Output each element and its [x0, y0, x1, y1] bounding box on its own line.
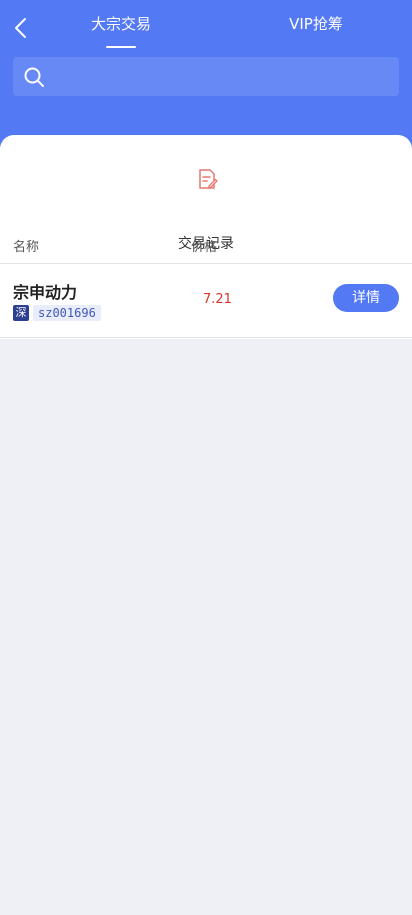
stock-code: sz001696 — [33, 305, 101, 321]
search-bar[interactable] — [13, 57, 399, 96]
chevron-left-icon — [15, 18, 26, 38]
detail-button[interactable]: 详情 — [333, 284, 399, 312]
stock-name: 宗申动力 — [13, 283, 78, 302]
top-header: 大宗交易 VIP抢筹 — [0, 0, 412, 150]
column-header-name: 名称 — [13, 240, 40, 255]
tab-vip-rush[interactable]: VIP抢筹 — [286, 12, 346, 38]
trade-records-entry[interactable]: 交易记录 — [160, 167, 252, 252]
stock-price: 7.21 — [203, 292, 232, 307]
column-header-price: 价格 — [191, 240, 218, 255]
table-row[interactable]: 宗申动力 深 sz001696 7.21 详情 — [0, 264, 412, 338]
content-card: 交易记录 名称 价格 宗申动力 深 sz001696 7.21 详情 — [0, 135, 412, 339]
search-icon — [24, 67, 44, 87]
market-badge: 深 — [13, 305, 29, 321]
tab-bulk-trade[interactable]: 大宗交易 — [90, 12, 152, 38]
active-tab-indicator — [106, 46, 136, 48]
back-button[interactable] — [8, 14, 32, 42]
search-input[interactable] — [53, 57, 393, 96]
row-divider — [0, 337, 412, 338]
edit-document-icon — [199, 169, 218, 189]
